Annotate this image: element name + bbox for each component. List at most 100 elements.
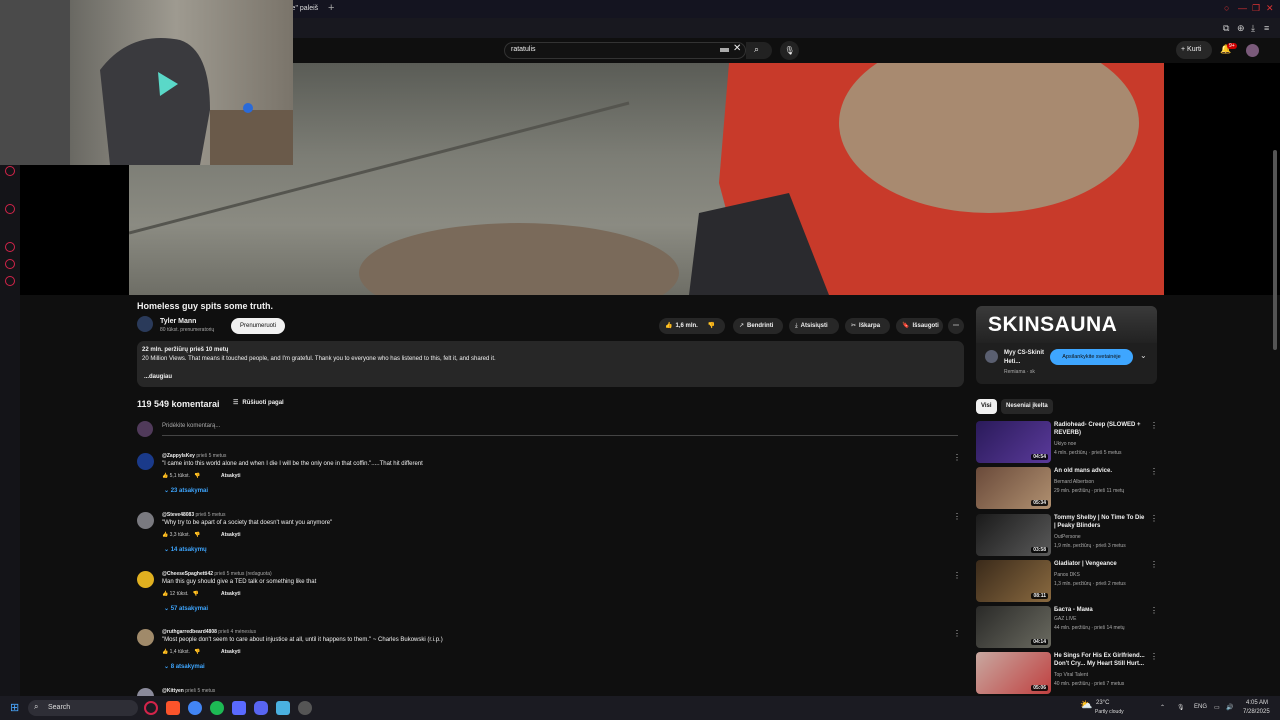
video-title[interactable]: An old mans advice. (1054, 467, 1146, 475)
opera-gx-icon[interactable] (144, 701, 158, 715)
twitch-icon[interactable] (5, 166, 15, 176)
description-more-link[interactable]: ...daugiau (144, 374, 172, 380)
comment-more-icon[interactable]: ⋮ (953, 571, 961, 580)
clear-search-icon[interactable]: ✕ (733, 43, 741, 54)
lock-icon[interactable]: ⊕ (1237, 23, 1245, 34)
language-indicator[interactable]: ENG (1194, 704, 1207, 710)
thumbs-up-icon[interactable]: 👍 (665, 323, 672, 329)
commenter-avatar[interactable] (137, 629, 154, 646)
save-button[interactable]: 🔖 Išsaugoti (896, 318, 943, 334)
view-replies-button[interactable]: ⌄ 14 atsakymų (164, 546, 207, 553)
more-icon[interactable]: ⋮ (1150, 652, 1158, 661)
weather-condition[interactable]: Partly cloudy (1095, 709, 1124, 715)
comment-author[interactable]: @ruthgarredbeard4808 (162, 629, 217, 635)
extensions-icon[interactable]: ⧉ (1223, 23, 1229, 34)
video-channel[interactable]: Bernard Albertson (1054, 479, 1094, 485)
video-channel[interactable]: Panos DKS (1054, 572, 1080, 578)
close-icon[interactable]: ✕ (1266, 3, 1274, 14)
tray-chevron-icon[interactable]: ⌃ (1160, 704, 1165, 711)
comment-author[interactable]: @ZappyIsKey (162, 453, 195, 459)
thumbs-down-icon[interactable]: 👎 (193, 591, 199, 597)
more-icon[interactable]: ⋮ (1150, 606, 1158, 615)
new-tab-button[interactable]: + (328, 2, 334, 14)
recommended-video[interactable]: 04:14 Баста - Мама GAZ LIVE 44 mln. perž… (976, 606, 1158, 650)
video-thumbnail[interactable]: 04:54 (976, 421, 1051, 463)
more-icon[interactable]: ⋮ (1150, 514, 1158, 523)
comment-time[interactable]: prieš 5 metus (185, 688, 215, 694)
comment-time[interactable]: prieš 4 mėnesius (218, 629, 256, 635)
discord-icon[interactable] (254, 701, 268, 715)
steam-icon[interactable] (298, 701, 312, 715)
video-thumbnail[interactable]: 03:58 (976, 514, 1051, 556)
recommended-video[interactable]: 05:34 An old mans advice. Bernard Albert… (976, 467, 1158, 511)
reply-button[interactable]: Atsakyti (221, 649, 240, 655)
video-channel[interactable]: Ukiyo noe (1054, 441, 1076, 447)
channel-avatar[interactable] (137, 316, 153, 332)
video-title[interactable]: Tommy Shelby | No Time To Die | Peaky Bl… (1054, 514, 1146, 530)
view-replies-button[interactable]: ⌄ 57 atsakymai (164, 605, 208, 612)
discord-icon[interactable] (5, 259, 15, 269)
thumbs-up-icon[interactable]: 👍 (162, 532, 168, 538)
browser-tab[interactable]: le" paleiš (290, 5, 318, 12)
thumbs-down-icon[interactable]: 👎 (194, 649, 200, 655)
video-thumbnail[interactable]: 04:14 (976, 606, 1051, 648)
view-replies-button[interactable]: ⌄ 23 atsakymai (164, 487, 208, 494)
chip-recent[interactable]: Neseniai įkelta (1001, 399, 1053, 414)
comment-more-icon[interactable]: ⋮ (953, 629, 961, 638)
subscribe-button[interactable]: Prenumeruoti (231, 318, 285, 334)
recommended-video[interactable]: 04:54 Radiohead- Creep (SLOWED + REVERB)… (976, 421, 1158, 465)
thumbs-down-icon[interactable]: 👎 (708, 323, 715, 329)
create-button[interactable]: + Kurti (1176, 41, 1212, 59)
video-thumbnail[interactable]: 05:34 (976, 467, 1051, 509)
video-thumbnail[interactable]: 05:06 (976, 652, 1051, 694)
more-icon[interactable]: ⋮ (1150, 467, 1158, 476)
weather-temperature[interactable]: 23°C (1096, 700, 1109, 706)
page-scrollbar[interactable] (1273, 150, 1277, 350)
thumbs-down-icon[interactable]: 👎 (194, 532, 200, 538)
search-button[interactable]: ⌕ (746, 42, 772, 59)
more-icon[interactable]: ⋮ (1150, 421, 1158, 430)
share-button[interactable]: ↗ Bendrinti (733, 318, 783, 334)
clip-button[interactable]: ✂ Iškarpa (845, 318, 890, 334)
microphone-icon[interactable]: 🎙 (1177, 704, 1185, 711)
chevron-down-icon[interactable]: ⌄ (1140, 351, 1147, 360)
thumbs-down-icon[interactable]: 👎 (194, 473, 200, 479)
comment-time[interactable]: prieš 5 metus (196, 512, 226, 518)
search-box[interactable] (504, 42, 746, 59)
commenter-avatar[interactable] (137, 512, 154, 529)
spotify-icon[interactable] (210, 701, 224, 715)
recommended-video[interactable]: 03:58 Tommy Shelby | No Time To Die | Pe… (976, 514, 1158, 558)
chrome-icon[interactable] (188, 701, 202, 715)
sidebar-circle-icon[interactable] (5, 204, 15, 214)
network-icon[interactable]: ▭ (1214, 704, 1220, 711)
reply-button[interactable]: Atsakyti (221, 532, 240, 538)
recommended-video[interactable]: 08:11 Gladiator | Vengeance Panos DKS 1,… (976, 560, 1158, 604)
description-box[interactable] (137, 341, 964, 387)
video-title[interactable]: Баста - Мама (1054, 606, 1146, 614)
video-title[interactable]: Radiohead- Creep (SLOWED + REVERB) (1054, 421, 1146, 437)
download-icon[interactable]: ⤓ (1251, 23, 1255, 34)
recommended-video[interactable]: 05:06 He Sings For His Ex Girlfriend... … (976, 652, 1158, 696)
comment-time[interactable]: prieš 5 metus (196, 453, 226, 459)
menu-icon[interactable]: ≡ (1264, 23, 1269, 33)
search-icon[interactable]: ○ (1224, 3, 1229, 13)
comment-more-icon[interactable]: ⋮ (953, 512, 961, 521)
thumbs-up-icon[interactable]: 👍 (162, 473, 168, 479)
add-comment-input[interactable]: Pridėkite komentarą... (162, 423, 220, 429)
clock-time[interactable]: 4:05 AM (1246, 700, 1268, 706)
commenter-avatar[interactable] (137, 571, 154, 588)
video-channel[interactable]: Top Viral Talent (1054, 672, 1088, 678)
more-actions-button[interactable]: ⋯ (948, 318, 964, 334)
like-count[interactable]: 1,6 mln. (675, 323, 697, 329)
account-avatar[interactable] (1246, 44, 1259, 57)
comment-time[interactable]: prieš 5 metus (redaguota) (214, 571, 271, 577)
notepad-icon[interactable] (276, 701, 290, 715)
volume-icon[interactable]: 🔊 (1226, 704, 1233, 711)
commenter-avatar[interactable] (137, 688, 154, 696)
maximize-icon[interactable]: ❐ (1252, 3, 1260, 14)
weather-icon[interactable]: ⛅ (1080, 700, 1092, 711)
comment-more-icon[interactable]: ⋮ (953, 453, 961, 462)
view-replies-button[interactable]: ⌄ 8 atsakymai (164, 663, 205, 670)
ad-visit-button[interactable]: Apsilankykite svetainėje (1050, 349, 1133, 365)
minimize-icon[interactable]: — (1238, 3, 1247, 13)
